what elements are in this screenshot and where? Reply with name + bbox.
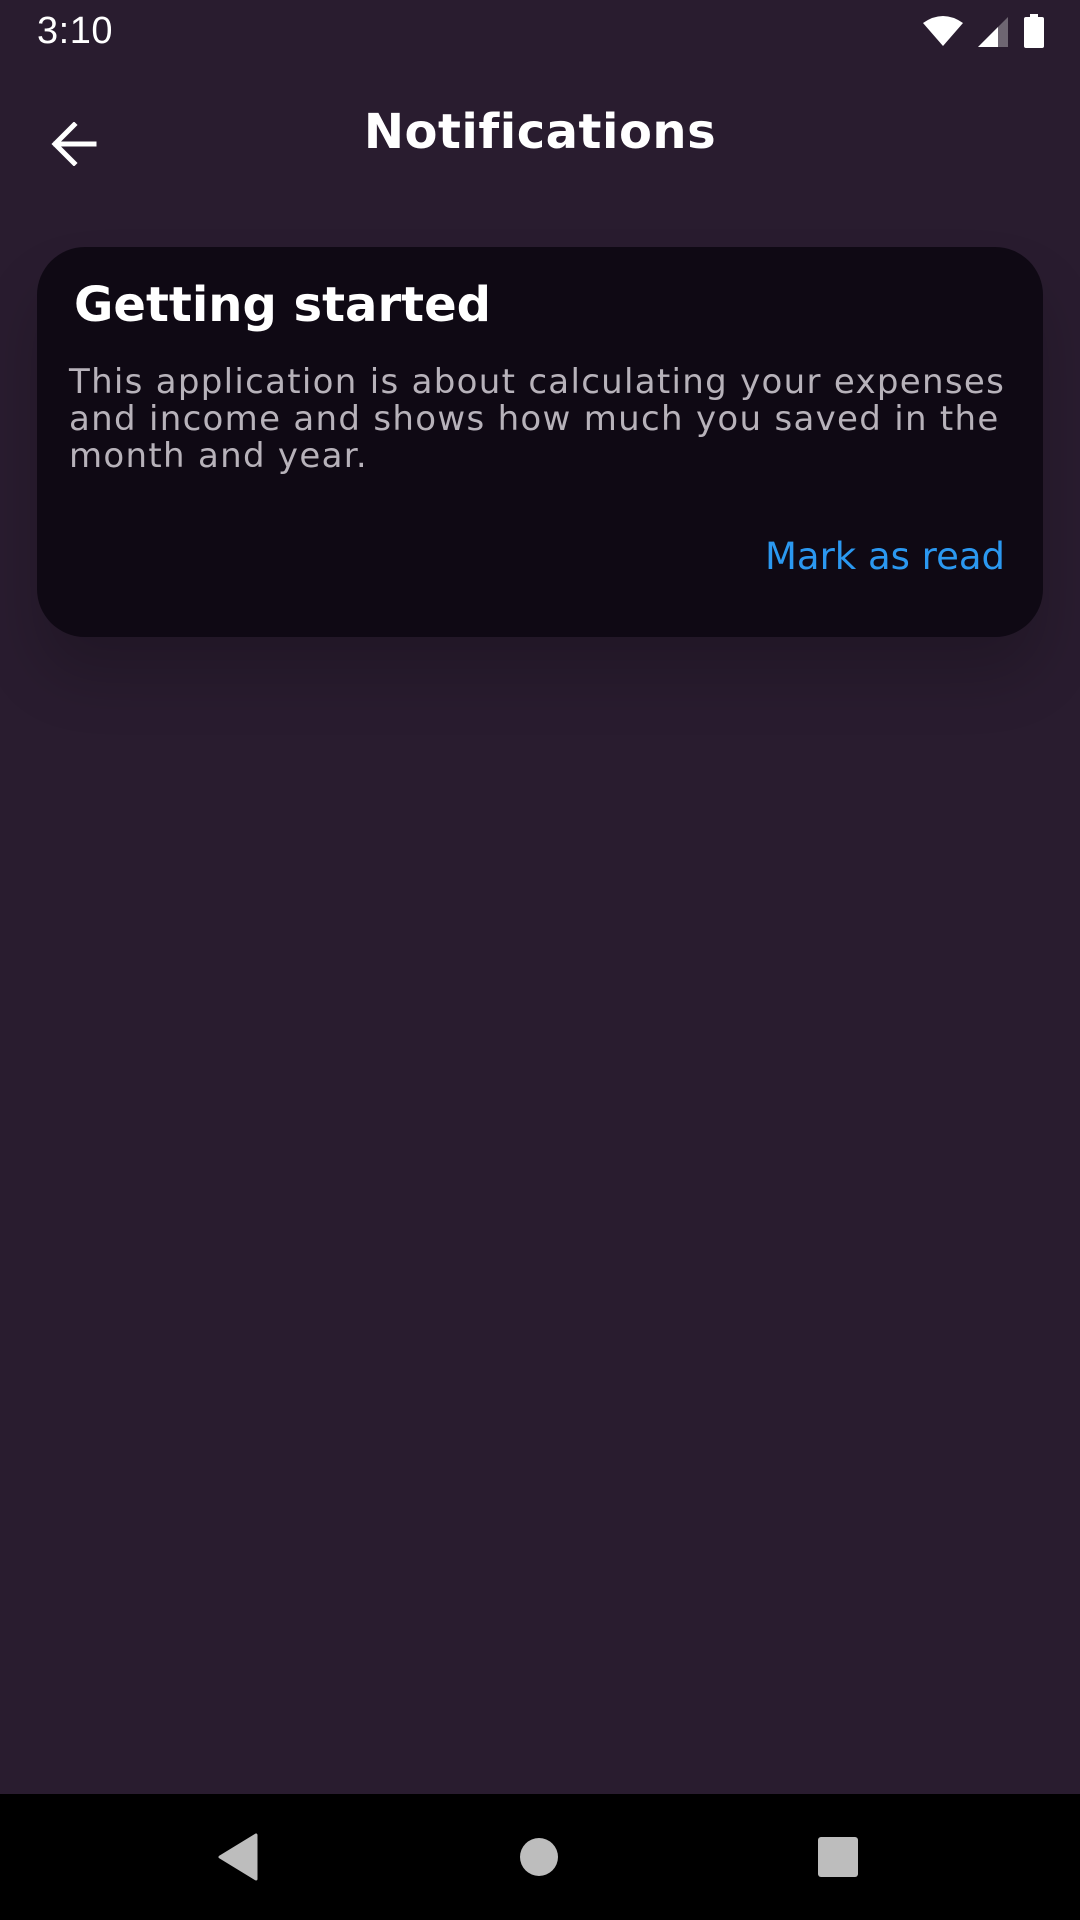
back-triangle-icon [218,1833,258,1881]
page-title: Notifications [363,104,717,160]
notification-card: Getting started This application is abou… [37,247,1043,637]
nav-home-button[interactable] [501,1819,577,1895]
notification-title: Getting started [74,277,491,333]
notifications-screen: 3:10 Notifications Getting started This … [0,0,1080,1920]
notification-body: This application is about calculating yo… [69,362,1006,476]
recents-square-icon [818,1837,858,1877]
home-circle-icon [520,1838,558,1876]
system-nav-bar [0,1794,1080,1920]
nav-recents-button[interactable] [800,1819,876,1895]
status-time: 3:10 [37,10,113,52]
cell-signal-icon [978,17,1008,47]
mark-as-read-button[interactable]: Mark as read [765,535,1005,578]
status-icons [908,14,1044,48]
wifi-icon [923,16,963,46]
nav-back-button[interactable] [200,1819,276,1895]
battery-icon [1024,14,1044,48]
status-bar: 3:10 [0,0,1080,64]
app-bar: Notifications [0,64,1080,204]
